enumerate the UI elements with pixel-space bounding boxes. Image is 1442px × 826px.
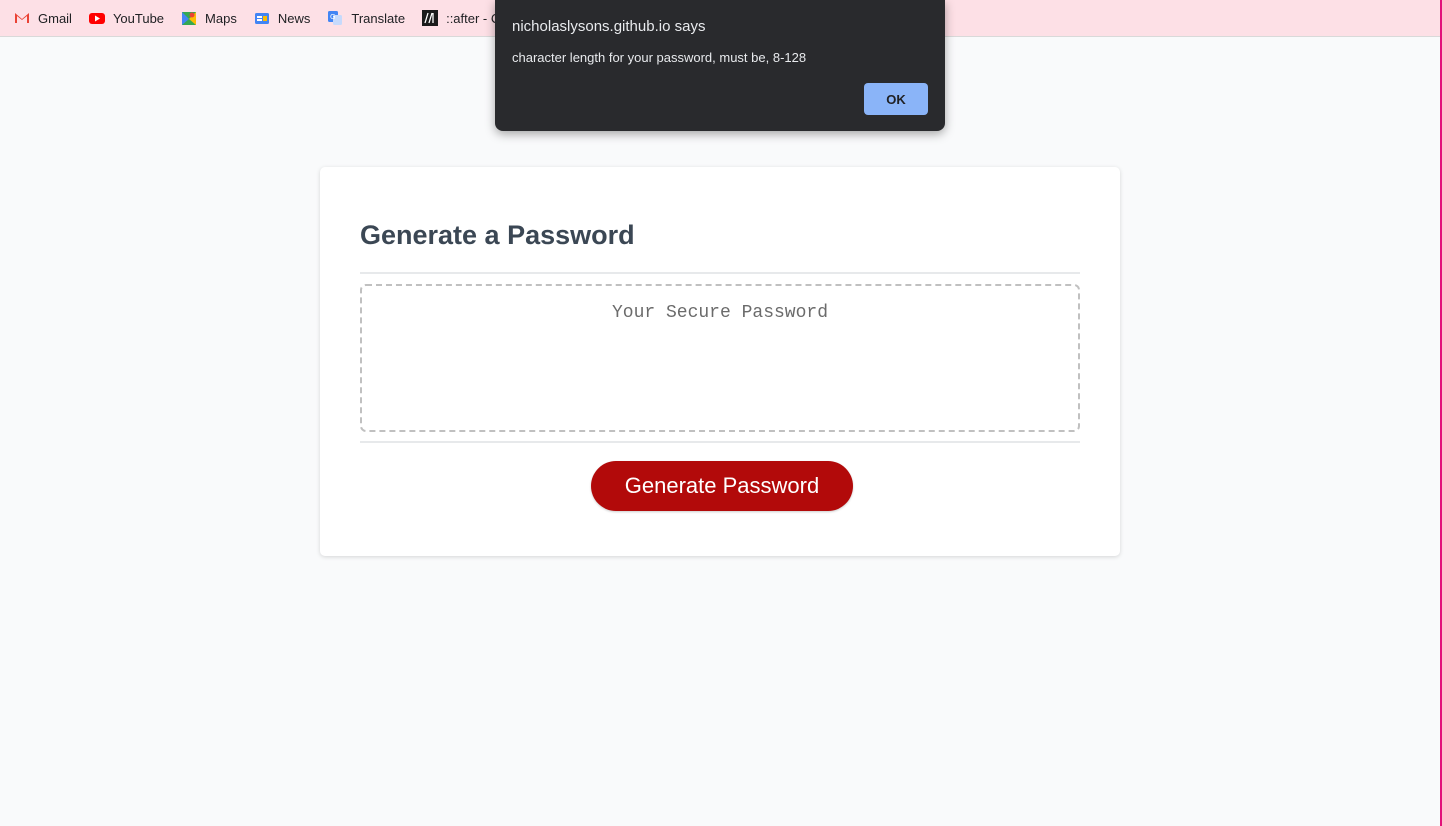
card-divider xyxy=(360,441,1080,443)
bookmark-translate[interactable]: G Translate xyxy=(327,10,405,26)
card-header: Generate a Password xyxy=(360,217,1080,274)
bookmark-label: YouTube xyxy=(112,10,165,26)
dialog-message: character length for your password, must… xyxy=(512,50,807,65)
news-icon xyxy=(254,10,270,26)
bookmark-label: Translate xyxy=(351,10,406,26)
alert-dialog: nicholaslysons.github.io says character … xyxy=(495,0,945,131)
svg-text:G: G xyxy=(330,13,335,21)
bookmark-maps[interactable]: Maps xyxy=(181,10,237,26)
ok-button[interactable]: OK xyxy=(864,83,928,115)
bookmark-label: Gmail xyxy=(38,10,72,26)
bookmark-youtube[interactable]: YouTube xyxy=(88,10,165,26)
bookmark-label: News xyxy=(277,10,311,26)
translate-icon: G xyxy=(327,10,343,26)
bookmark-gmail[interactable]: Gmail xyxy=(14,10,72,26)
gmail-icon xyxy=(14,10,30,26)
page-title: Generate a Password xyxy=(360,220,635,250)
bookmark-news[interactable]: News xyxy=(254,10,311,26)
generate-password-button[interactable]: Generate Password xyxy=(591,461,853,511)
youtube-icon xyxy=(88,10,105,26)
mdn-icon xyxy=(422,10,439,26)
password-card: Generate a Password Generate Password xyxy=(320,167,1120,556)
dialog-title: nicholaslysons.github.io says xyxy=(512,18,706,35)
maps-icon xyxy=(181,10,197,26)
bookmark-label: Maps xyxy=(205,10,237,26)
password-output[interactable] xyxy=(360,284,1080,432)
